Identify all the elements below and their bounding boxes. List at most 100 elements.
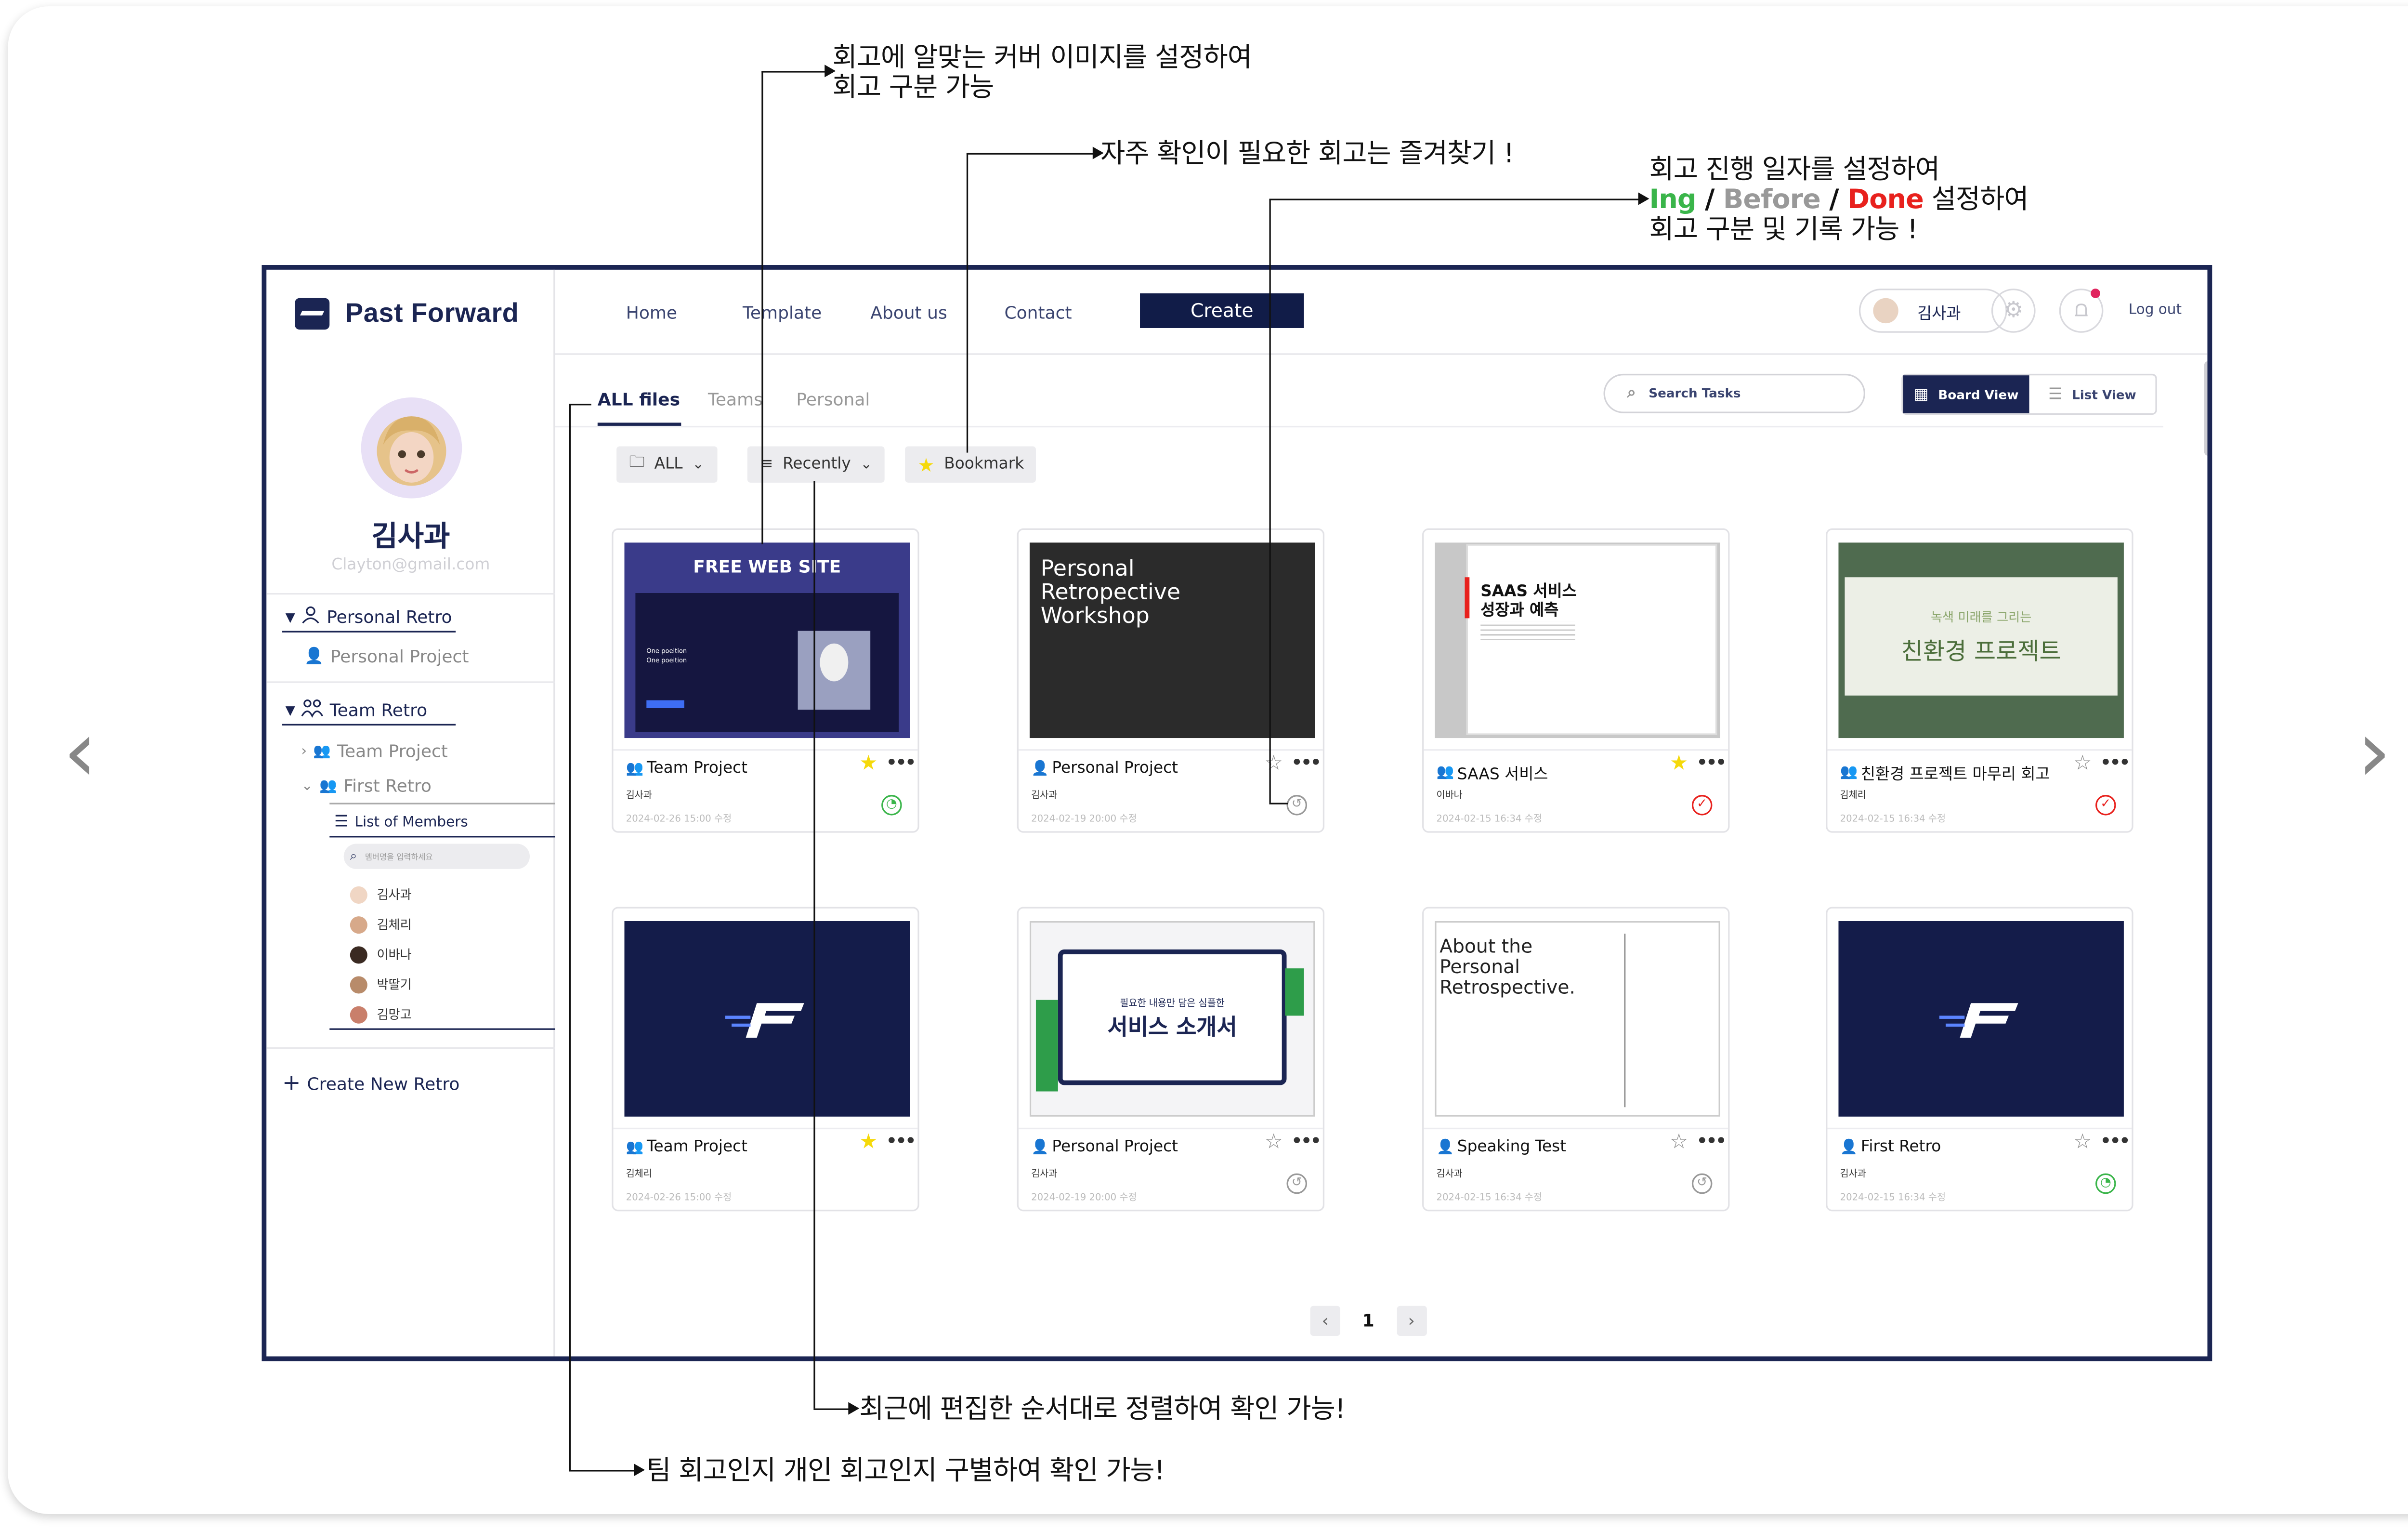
retro-card[interactable]: 녹색 미래를 그리는 친환경 프로젝트 👥 친환경 프로젝트 마무리 회고 김체리…: [1826, 528, 2133, 833]
retro-card[interactable]: SAAS 서비스 성장과 예측 👥 SAAS 서비스 이바나 2024-02-15…: [1422, 528, 1730, 833]
list-view-button[interactable]: ☰ List View: [2029, 375, 2156, 413]
arrow-icon: [634, 1464, 645, 1477]
retro-card[interactable]: Personal Retropective Workshop 👤 Personal…: [1017, 528, 1325, 833]
create-button[interactable]: Create: [1140, 293, 1304, 328]
card-author: 김체리: [626, 1168, 652, 1180]
scrollbar[interactable]: [2204, 361, 2208, 456]
member-search-input[interactable]: ⌕ 멤버명을 입력하세요: [343, 844, 530, 869]
sidebar: Past Forward 김사과 Clayton@gmail.com ▼ Per…: [266, 269, 555, 1357]
user-chip[interactable]: 김사과: [1858, 289, 2007, 333]
star-filled-icon[interactable]: ★: [859, 754, 877, 775]
card-cover: 필요한 내용만 담은 심플한 서비스 소개서: [1029, 921, 1315, 1117]
app-logo[interactable]: Past Forward: [295, 298, 519, 330]
sidebar-item-team-retro[interactable]: ▼ Team Retro: [285, 699, 427, 722]
sidebar-item-first-retro[interactable]: ⌄ 👥 First Retro: [301, 776, 432, 797]
board-view-button[interactable]: ▦ Board View: [1903, 375, 2029, 413]
next-slide-icon[interactable]: ›: [2357, 709, 2391, 795]
gear-icon[interactable]: ⚙: [1991, 289, 2036, 333]
connector-line: [761, 71, 764, 544]
connector-line: [813, 1408, 851, 1411]
card-author: 김사과: [1436, 1168, 1463, 1180]
retro-card[interactable]: 👥 Team Project 김체리 2024-02-26 15:00 수정 ★ …: [612, 907, 919, 1212]
divider: [1018, 1127, 1323, 1130]
annotation-status: 회고 진행 일자를 설정하여 Ing / Before / Done 설정하여 …: [1649, 154, 2028, 246]
nav-about[interactable]: About us: [870, 303, 947, 324]
cover-text: Personal Retropective Workshop: [1040, 556, 1181, 630]
annotation-team: 팀 회고인지 개인 회고인지 구별하여 확인 가능!: [646, 1455, 1165, 1488]
sidebar-item-team-project[interactable]: › 👥 Team Project: [301, 741, 448, 762]
more-icon[interactable]: •••: [886, 1131, 916, 1151]
card-date: 2024-02-15 16:34 수정: [1436, 814, 1542, 825]
caret-down-icon: ▼: [285, 610, 295, 625]
tab-teams[interactable]: Teams: [708, 390, 763, 410]
star-outline-icon[interactable]: ☆: [1265, 1133, 1283, 1153]
list-of-members-header[interactable]: ☰ List of Members: [334, 814, 468, 831]
star-outline-icon[interactable]: ☆: [1265, 754, 1283, 775]
list-item[interactable]: 박딸기: [350, 976, 412, 994]
team-icon: 👥: [626, 1139, 644, 1156]
card-title: 친환경 프로젝트 마무리 회고: [1860, 766, 2050, 784]
list-icon: ☰: [2048, 385, 2063, 403]
star-outline-icon[interactable]: ☆: [1670, 1133, 1688, 1153]
tab-personal[interactable]: Personal: [796, 390, 870, 410]
nav-contact[interactable]: Contact: [1004, 303, 1072, 324]
top-nav: Home Template About us Contact Create 김사…: [555, 270, 2208, 355]
more-icon[interactable]: •••: [1291, 1131, 1322, 1151]
connector-line: [569, 404, 572, 1470]
nav-template[interactable]: Template: [743, 303, 822, 324]
star-filled-icon[interactable]: ★: [859, 1133, 877, 1153]
app-window: Past Forward 김사과 Clayton@gmail.com ▼ Per…: [262, 265, 2212, 1361]
more-icon[interactable]: •••: [1697, 752, 1727, 773]
sort-recently-label: Recently: [783, 456, 851, 474]
list-item[interactable]: 김체리: [350, 916, 412, 934]
logout-link[interactable]: Log out: [2129, 303, 2182, 319]
card-author: 김체리: [1840, 790, 1866, 802]
more-icon[interactable]: •••: [1291, 752, 1322, 773]
list-item[interactable]: 김망고: [350, 1006, 412, 1024]
list-item[interactable]: 김사과: [350, 886, 412, 904]
arrow-icon: [824, 65, 836, 78]
more-icon[interactable]: •••: [1697, 1131, 1727, 1151]
next-page-icon[interactable]: ›: [1396, 1306, 1426, 1336]
person-icon: [301, 606, 320, 629]
sort-recently-dropdown[interactable]: ≡ Recently ⌄: [747, 446, 885, 483]
card-date: 2024-02-15 16:34 수정: [1436, 1192, 1542, 1203]
team-icon: 👥: [626, 761, 644, 777]
star-filled-icon[interactable]: ★: [1670, 754, 1688, 775]
star-outline-icon[interactable]: ☆: [2073, 1133, 2092, 1153]
sidebar-item-label: Personal Retro: [327, 607, 452, 628]
bell-icon[interactable]: [2059, 289, 2104, 333]
cover-text: 녹색 미래를 그리는: [1930, 610, 2032, 625]
list-item[interactable]: 이바나: [350, 946, 412, 964]
retro-card[interactable]: 필요한 내용만 담은 심플한 서비스 소개서 👤 Personal Project…: [1017, 907, 1325, 1212]
personal-icon: 👤: [1840, 1139, 1858, 1156]
star-outline-icon[interactable]: ☆: [2073, 754, 2092, 775]
search-input[interactable]: ⌕ Search Tasks: [1603, 373, 1866, 413]
tab-all-files[interactable]: ALL files: [598, 390, 680, 410]
caret-down-icon: ▼: [285, 703, 295, 718]
arrow-icon: [1638, 192, 1649, 205]
sidebar-item-personal-retro[interactable]: ▼ Personal Retro: [286, 606, 452, 629]
avatar-illustration: [377, 416, 446, 486]
prev-page-icon[interactable]: ‹: [1310, 1306, 1340, 1336]
retro-card[interactable]: About the Personal Retrospective. 👤 Speak…: [1422, 907, 1730, 1212]
filter-all-dropdown[interactable]: 🗀 ALL ⌄: [616, 446, 717, 483]
team-icon: 👥: [319, 778, 337, 794]
page-number[interactable]: 1: [1362, 1306, 1374, 1336]
more-icon[interactable]: •••: [2100, 1131, 2131, 1151]
prev-slide-icon[interactable]: ‹: [63, 709, 97, 795]
create-new-retro-button[interactable]: + Create New Retro: [282, 1071, 459, 1096]
sidebar-item-personal-project[interactable]: 👤 Personal Project: [304, 646, 469, 667]
bookmark-filter-button[interactable]: ★ Bookmark: [905, 446, 1037, 483]
arrow-icon: [848, 1402, 860, 1415]
user-chip-name: 김사과: [1917, 305, 1961, 323]
more-icon[interactable]: •••: [2100, 752, 2131, 773]
nav-home[interactable]: Home: [626, 303, 677, 324]
more-icon[interactable]: •••: [886, 752, 916, 773]
retro-card[interactable]: 👤 First Retro 김사과 2024-02-15 16:34 수정 ☆ •…: [1826, 907, 2133, 1212]
retro-card[interactable]: FREE WEB SITE One poeition One poeition …: [612, 528, 919, 833]
underline: [329, 1028, 555, 1030]
card-author: 김사과: [626, 790, 652, 802]
divider: [555, 425, 2163, 428]
avatar: [350, 916, 367, 934]
